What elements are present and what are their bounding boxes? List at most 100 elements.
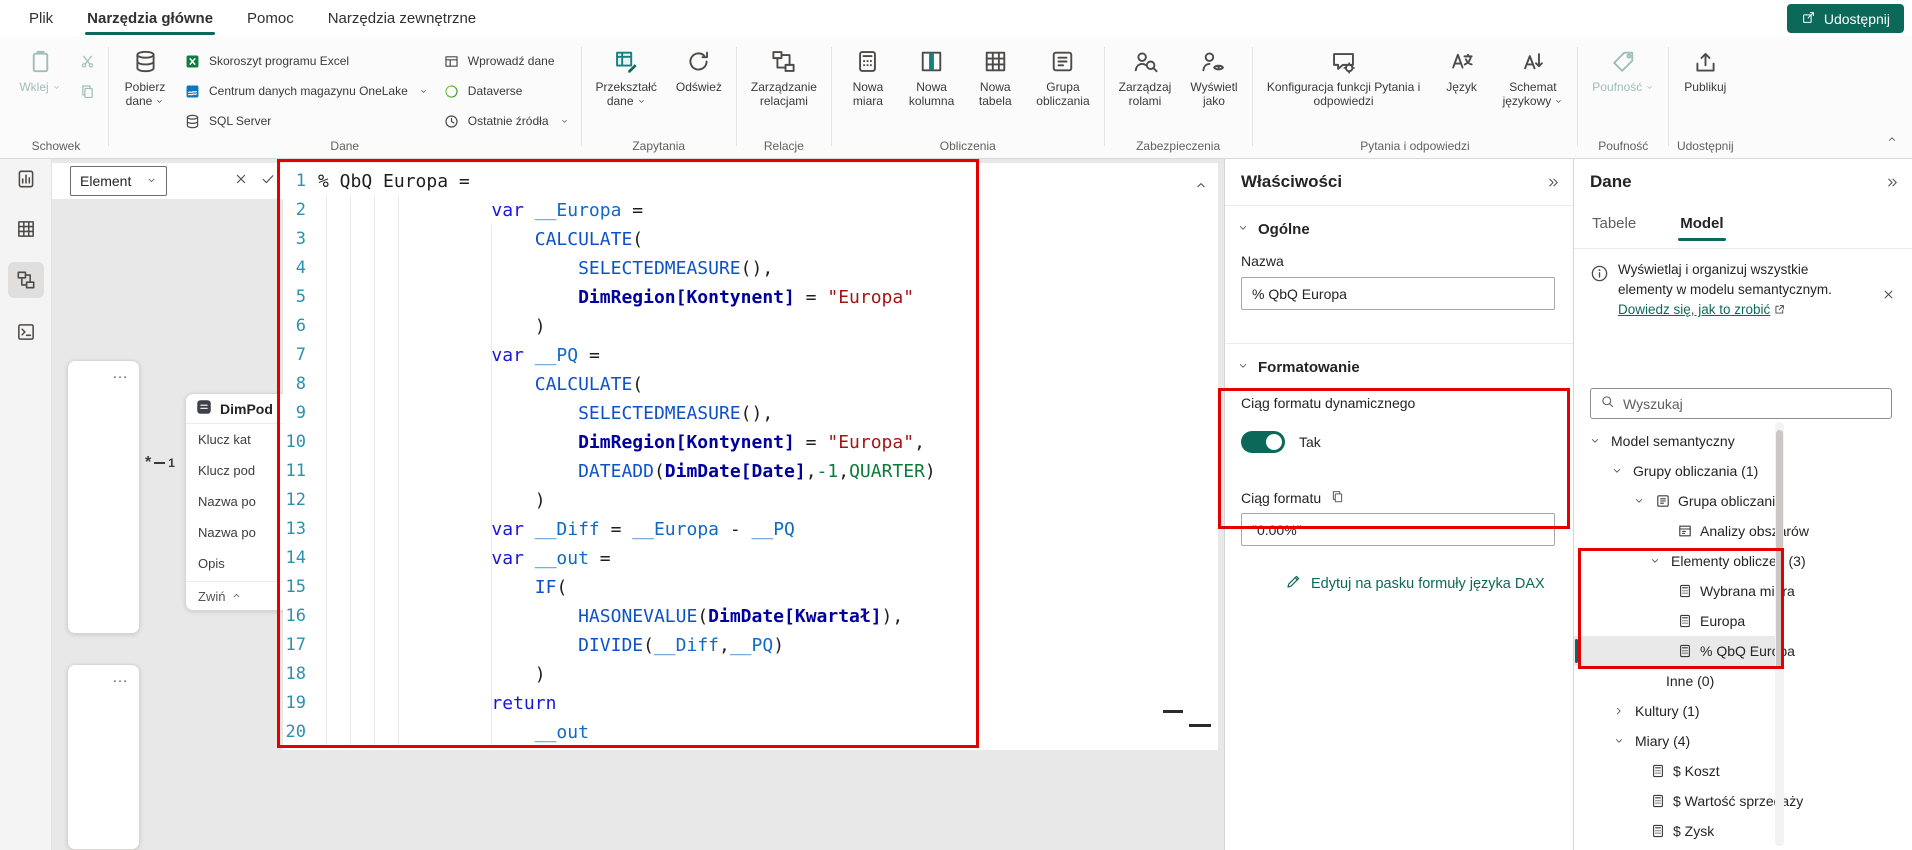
ribbon-button-nowa-miara[interactable]: Nowamiara [839,40,897,110]
ribbon-button-nowa-kolumna[interactable]: Nowakolumna [902,40,961,110]
ribbon-button-grupa-obliczania[interactable]: Grupaobliczania [1029,40,1096,110]
chevron-up-icon [1886,133,1898,145]
ribbon-button-copydoc[interactable] [74,79,101,103]
section-formatting[interactable]: Formatowanie [1237,355,1360,379]
share-button[interactable]: Udostępnij [1787,4,1904,33]
code-line-3[interactable]: 3 CALCULATE( [283,225,1218,254]
tree-item-miary-4[interactable]: Miary (4) [1574,726,1775,756]
ribbon-button-centrum-danych-magazynu-onelake[interactable]: Centrum danych magazynu OneLake [179,79,433,103]
relationship-indicator[interactable]: * 1 [145,456,175,470]
ribbon-button-nowa-tabela[interactable]: Nowatabela [966,40,1024,110]
scroll-dash[interactable] [1189,724,1211,727]
cancel-formula-button[interactable] [228,166,254,196]
tree-item-elementy-obliczen-3[interactable]: Elementy obliczeń (3) [1574,546,1775,576]
close-info-button[interactable] [1881,287,1896,302]
ribbon-group-pytania-i-odpowiedzi: Konfiguracja funkcji Pytania iodpowiedzi… [1253,37,1578,158]
ribbon-button-jezyk[interactable]: Język [1433,40,1491,96]
ribbon-button-wyswietl-jako[interactable]: Wyświetljako [1183,40,1244,110]
tab-plik[interactable]: Plik [12,0,70,37]
ribbon-button-dataverse[interactable]: Dataverse [438,79,574,103]
nav-table-view[interactable] [8,211,44,247]
code-line-14[interactable]: 14 var __out = [283,544,1218,573]
code-line-5[interactable]: 5 DimRegion[Kontynent] = "Europa" [283,283,1218,312]
ribbon-button-scissors[interactable] [74,49,101,73]
tab-narzedzia-g-owne[interactable]: Narzędzia główne [70,0,230,37]
code-line-10[interactable]: 10 DimRegion[Kontynent] = "Europa", [283,428,1218,457]
collapse-properties-button[interactable] [1546,175,1561,190]
code-line-6[interactable]: 6 ) [283,312,1218,341]
code-line-16[interactable]: 16 HASONEVALUE(DimDate[Kwartał]), [283,602,1218,631]
search-input[interactable] [1623,396,1882,412]
code-line-15[interactable]: 15 IF( [283,573,1218,602]
section-general[interactable]: Ogólne [1237,217,1310,241]
tree-item-europa[interactable]: Europa [1574,606,1775,636]
code-line-18[interactable]: 18 ) [283,660,1218,689]
code-line-1[interactable]: 1% QbQ Europa = [283,167,1218,196]
tree-item-inne-0[interactable]: Inne (0) [1574,666,1775,696]
tree-item-analizy-obszarow[interactable]: Analizy obszarów [1574,516,1775,546]
tab-model[interactable]: Model [1680,215,1723,241]
minimize-ribbon-button[interactable] [1886,132,1898,150]
commit-formula-button[interactable] [255,166,281,196]
more-options-icon[interactable]: … [112,365,129,383]
code-line-9[interactable]: 9 SELECTEDMEASURE(), [283,399,1218,428]
nav-dax-query-view[interactable] [8,314,44,350]
tree-item-wartosc-sprzedazy[interactable]: $ Wartość sprzedaży [1574,786,1775,816]
ribbon-button-publikuj[interactable]: Publikuj [1676,40,1734,96]
dax-editor[interactable]: 1% QbQ Europa =2 var __Europa =3 CALCULA… [283,163,1218,750]
name-input[interactable] [1241,277,1555,310]
edit-dax-link[interactable]: Edytuj na pasku formuły języka DAX [1285,573,1545,594]
code-line-19[interactable]: 19 return [283,689,1218,718]
scrollbar[interactable] [1775,422,1784,846]
code-line-20[interactable]: 20 __out [283,718,1218,747]
learn-more-link[interactable]: Dowiedz się, jak to zrobić [1618,302,1770,317]
chevron-down-icon [1237,359,1249,376]
ribbon-button-sql-server[interactable]: SQL Server [179,109,433,133]
ribbon-button-przekszta-c-dane[interactable]: Przekształćdane [589,40,664,110]
tab-narzedzia-zewnetrzne[interactable]: Narzędzia zewnętrzne [311,0,493,37]
model-table-card[interactable]: … [67,664,140,850]
scrollbar-thumb[interactable] [1776,430,1783,668]
ribbon-button-schemat-jezykowy[interactable]: Schematjęzykowy [1496,40,1571,110]
code-line-8[interactable]: 8 CALCULATE( [283,370,1218,399]
ribbon-button-wklej[interactable]: Wklej [11,40,69,96]
ribbon-button-ostatnie-zrod-a[interactable]: Ostatnie źródła [438,109,574,133]
nav-report-view[interactable] [8,161,44,197]
external-link-icon[interactable] [1773,304,1786,319]
ribbon-button-zarzadzanie-relacjami[interactable]: Zarządzanierelacjami [744,40,824,110]
ribbon-button-skoroszyt-programu-excel[interactable]: Skoroszyt programu Excel [179,49,433,73]
format-string-input[interactable] [1241,513,1555,546]
item-selector-dropdown[interactable]: Element [70,166,167,196]
copy-icon[interactable] [1330,489,1345,507]
tree-item-kultury-1[interactable]: Kultury (1) [1574,696,1775,726]
code-line-7[interactable]: 7 var __PQ = [283,341,1218,370]
collapse-editor-button[interactable] [1194,172,1208,201]
nav-model-view[interactable] [8,262,44,298]
code-line-13[interactable]: 13 var __Diff = __Europa - __PQ [283,515,1218,544]
tree-item-zysk[interactable]: $ Zysk [1574,816,1775,846]
code-line-11[interactable]: 11 DATEADD(DimDate[Date],-1,QUARTER) [283,457,1218,486]
ribbon-button-wprowadz-dane[interactable]: Wprowadź dane [438,49,574,73]
tree-item-model-semantyczny[interactable]: Model semantyczny [1574,426,1775,456]
tab-pomoc[interactable]: Pomoc [230,0,311,37]
tree-item-wybrana-miara[interactable]: Wybrana miara [1574,576,1775,606]
code-line-17[interactable]: 17 DIVIDE(__Diff,__PQ) [283,631,1218,660]
code-line-4[interactable]: 4 SELECTEDMEASURE(), [283,254,1218,283]
dynamic-format-toggle[interactable] [1241,431,1285,453]
collapse-data-button[interactable] [1885,175,1900,190]
scroll-dash[interactable] [1163,710,1183,713]
tree-item-koszt[interactable]: $ Koszt [1574,756,1775,786]
tree-item-qbq-europa[interactable]: % QbQ Europa [1574,636,1775,666]
code-line-2[interactable]: 2 var __Europa = [283,196,1218,225]
ribbon-button-pobierz-dane[interactable]: Pobierzdane [116,40,174,110]
more-options-icon[interactable]: … [112,669,129,687]
ribbon-button-zarzadzaj-rolami[interactable]: Zarządzajrolami [1112,40,1179,110]
ribbon-button-odswiez[interactable]: Odśwież [669,40,729,96]
ribbon-button-konfiguracja-funkcji-pytania-i-odpowiedzi[interactable]: Konfiguracja funkcji Pytania iodpowiedzi [1260,40,1428,110]
tree-item-grupy-obliczania-1[interactable]: Grupy obliczania (1) [1574,456,1775,486]
ribbon-button-poufnosc[interactable]: Poufność [1585,40,1661,96]
code-line-12[interactable]: 12 ) [283,486,1218,515]
tab-tabele[interactable]: Tabele [1592,215,1636,241]
model-table-card[interactable]: … [67,360,140,634]
tree-item-grupa-obliczania[interactable]: Grupa obliczania [1574,486,1775,516]
